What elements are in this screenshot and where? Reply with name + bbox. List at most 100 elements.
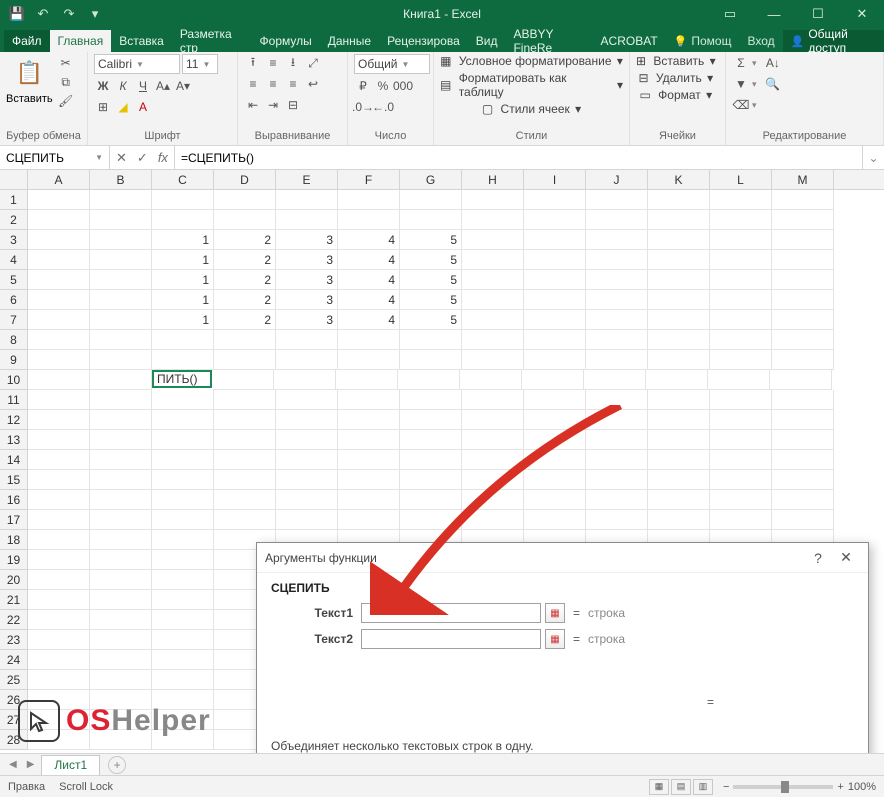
cell[interactable] xyxy=(152,350,214,370)
cell[interactable]: 4 xyxy=(338,310,400,330)
cell[interactable] xyxy=(276,190,338,210)
cell[interactable] xyxy=(28,430,90,450)
copy-icon[interactable]: ⧉ xyxy=(57,73,75,91)
row-header[interactable]: 18 xyxy=(0,530,28,550)
cell-styles-button[interactable]: ▢ Стили ячеек ▾ xyxy=(440,102,623,116)
cell[interactable]: 1 xyxy=(152,230,214,250)
cell[interactable] xyxy=(90,470,152,490)
cell[interactable] xyxy=(276,390,338,410)
col-header-L[interactable]: L xyxy=(710,170,772,189)
increase-font-icon[interactable]: A▴ xyxy=(154,77,172,95)
qat-customize-icon[interactable]: ▾ xyxy=(84,3,106,25)
align-bottom-icon[interactable]: ⭳ xyxy=(284,54,302,72)
cell[interactable] xyxy=(90,370,152,390)
cell[interactable] xyxy=(338,350,400,370)
cell[interactable] xyxy=(772,350,834,370)
cell[interactable] xyxy=(400,390,462,410)
tab-view[interactable]: Вид xyxy=(468,30,506,52)
cell[interactable] xyxy=(586,310,648,330)
cell[interactable] xyxy=(90,630,152,650)
cell[interactable] xyxy=(276,430,338,450)
wrap-text-icon[interactable]: ↩ xyxy=(304,75,322,93)
cell[interactable] xyxy=(338,330,400,350)
tab-review[interactable]: Рецензирова xyxy=(379,30,468,52)
cell[interactable]: 3 xyxy=(276,270,338,290)
cell[interactable] xyxy=(152,570,214,590)
row-header[interactable]: 13 xyxy=(0,430,28,450)
cell[interactable] xyxy=(90,650,152,670)
cell[interactable] xyxy=(400,430,462,450)
row-header[interactable]: 20 xyxy=(0,570,28,590)
arg2-input[interactable] xyxy=(361,629,541,649)
cell[interactable] xyxy=(90,610,152,630)
cell[interactable] xyxy=(584,370,646,390)
cell[interactable] xyxy=(338,410,400,430)
cell[interactable] xyxy=(28,490,90,510)
align-center-icon[interactable]: ≡ xyxy=(264,75,282,93)
decrease-decimal-icon[interactable]: ←.0 xyxy=(374,98,392,116)
font-name-combo[interactable]: Calibri▼ xyxy=(94,54,180,74)
row-header[interactable]: 12 xyxy=(0,410,28,430)
cell[interactable] xyxy=(400,410,462,430)
undo-icon[interactable]: ↶ xyxy=(32,3,54,25)
cell[interactable] xyxy=(708,370,770,390)
row-header[interactable]: 15 xyxy=(0,470,28,490)
dialog-titlebar[interactable]: Аргументы функции ? ✕ xyxy=(257,543,868,573)
align-left-icon[interactable]: ≡ xyxy=(244,75,262,93)
percent-icon[interactable]: % xyxy=(374,77,392,95)
cell[interactable] xyxy=(28,210,90,230)
cell[interactable] xyxy=(90,270,152,290)
row-header[interactable]: 5 xyxy=(0,270,28,290)
cell[interactable] xyxy=(152,550,214,570)
cell[interactable] xyxy=(276,470,338,490)
cell[interactable] xyxy=(90,210,152,230)
cell[interactable] xyxy=(772,470,834,490)
cell[interactable] xyxy=(648,210,710,230)
cell[interactable] xyxy=(586,350,648,370)
cell[interactable] xyxy=(710,290,772,310)
cell[interactable] xyxy=(400,330,462,350)
cell[interactable] xyxy=(710,270,772,290)
tab-formulas[interactable]: Формулы xyxy=(252,30,320,52)
dialog-close-icon[interactable]: ✕ xyxy=(832,549,860,566)
cell[interactable] xyxy=(524,390,586,410)
fx-icon[interactable]: fx xyxy=(158,150,168,165)
cell[interactable] xyxy=(772,490,834,510)
cell[interactable] xyxy=(90,330,152,350)
sheet-tab-1[interactable]: Лист1 xyxy=(41,755,100,775)
cell[interactable] xyxy=(214,210,276,230)
close-button[interactable]: ✕ xyxy=(840,0,884,28)
cell[interactable] xyxy=(586,390,648,410)
row-header[interactable]: 3 xyxy=(0,230,28,250)
format-painter-icon[interactable]: 🖌 xyxy=(57,92,75,110)
cell[interactable] xyxy=(90,550,152,570)
cell[interactable] xyxy=(212,370,274,390)
cell[interactable] xyxy=(152,630,214,650)
cell[interactable] xyxy=(338,470,400,490)
italic-button[interactable]: К xyxy=(114,77,132,95)
cell[interactable] xyxy=(214,510,276,530)
cell[interactable] xyxy=(90,530,152,550)
save-icon[interactable]: 💾 xyxy=(6,3,28,25)
cell[interactable] xyxy=(462,510,524,530)
conditional-format-button[interactable]: ▦ Условное форматирование ▾ xyxy=(440,54,623,68)
cell[interactable] xyxy=(152,450,214,470)
col-header-I[interactable]: I xyxy=(524,170,586,189)
cell[interactable] xyxy=(28,590,90,610)
cell[interactable] xyxy=(462,470,524,490)
cell[interactable] xyxy=(462,210,524,230)
cell[interactable]: 5 xyxy=(400,250,462,270)
cell[interactable] xyxy=(152,670,214,690)
cell[interactable] xyxy=(400,350,462,370)
cell[interactable] xyxy=(400,510,462,530)
cell[interactable] xyxy=(276,490,338,510)
cell[interactable] xyxy=(648,310,710,330)
cell[interactable] xyxy=(524,190,586,210)
zoom-in-icon[interactable]: + xyxy=(837,781,843,793)
tab-data[interactable]: Данные xyxy=(320,30,379,52)
cell[interactable] xyxy=(90,290,152,310)
cell[interactable] xyxy=(772,270,834,290)
row-header[interactable]: 17 xyxy=(0,510,28,530)
cell[interactable]: 5 xyxy=(400,310,462,330)
cell[interactable] xyxy=(152,430,214,450)
